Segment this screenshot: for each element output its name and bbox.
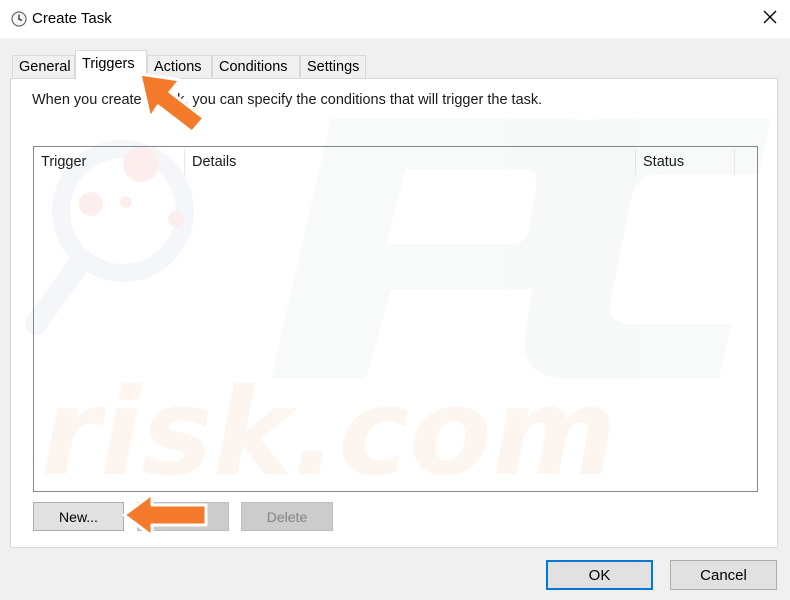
triggers-intro-text: When you create a task, you can specify … xyxy=(32,92,543,108)
close-icon xyxy=(763,10,777,27)
clock-icon xyxy=(11,11,27,27)
close-button[interactable] xyxy=(752,0,788,36)
tab-triggers[interactable]: Triggers xyxy=(75,50,147,80)
delete-trigger-button[interactable]: Delete xyxy=(241,502,333,531)
edit-trigger-button[interactable]: Edit... xyxy=(137,502,229,531)
tab-settings[interactable]: Settings xyxy=(300,55,366,78)
triggers-list-header: Trigger Details Status xyxy=(34,147,757,177)
column-header-status[interactable]: Status xyxy=(636,147,734,177)
column-divider[interactable] xyxy=(734,149,735,175)
new-trigger-button[interactable]: New... xyxy=(33,502,124,531)
triggers-panel: risk.com When you create a task, you can… xyxy=(10,78,778,548)
title-bar: Create Task xyxy=(0,0,790,38)
triggers-list[interactable]: Trigger Details Status xyxy=(33,146,758,492)
cancel-button[interactable]: Cancel xyxy=(670,560,777,590)
column-header-trigger[interactable]: Trigger xyxy=(34,147,184,177)
window-title: Create Task xyxy=(32,10,112,27)
tab-general[interactable]: General xyxy=(12,55,75,78)
tab-actions[interactable]: Actions xyxy=(147,55,212,78)
tab-conditions[interactable]: Conditions xyxy=(212,55,300,78)
column-header-details[interactable]: Details xyxy=(185,147,635,177)
ok-button[interactable]: OK xyxy=(546,560,653,590)
